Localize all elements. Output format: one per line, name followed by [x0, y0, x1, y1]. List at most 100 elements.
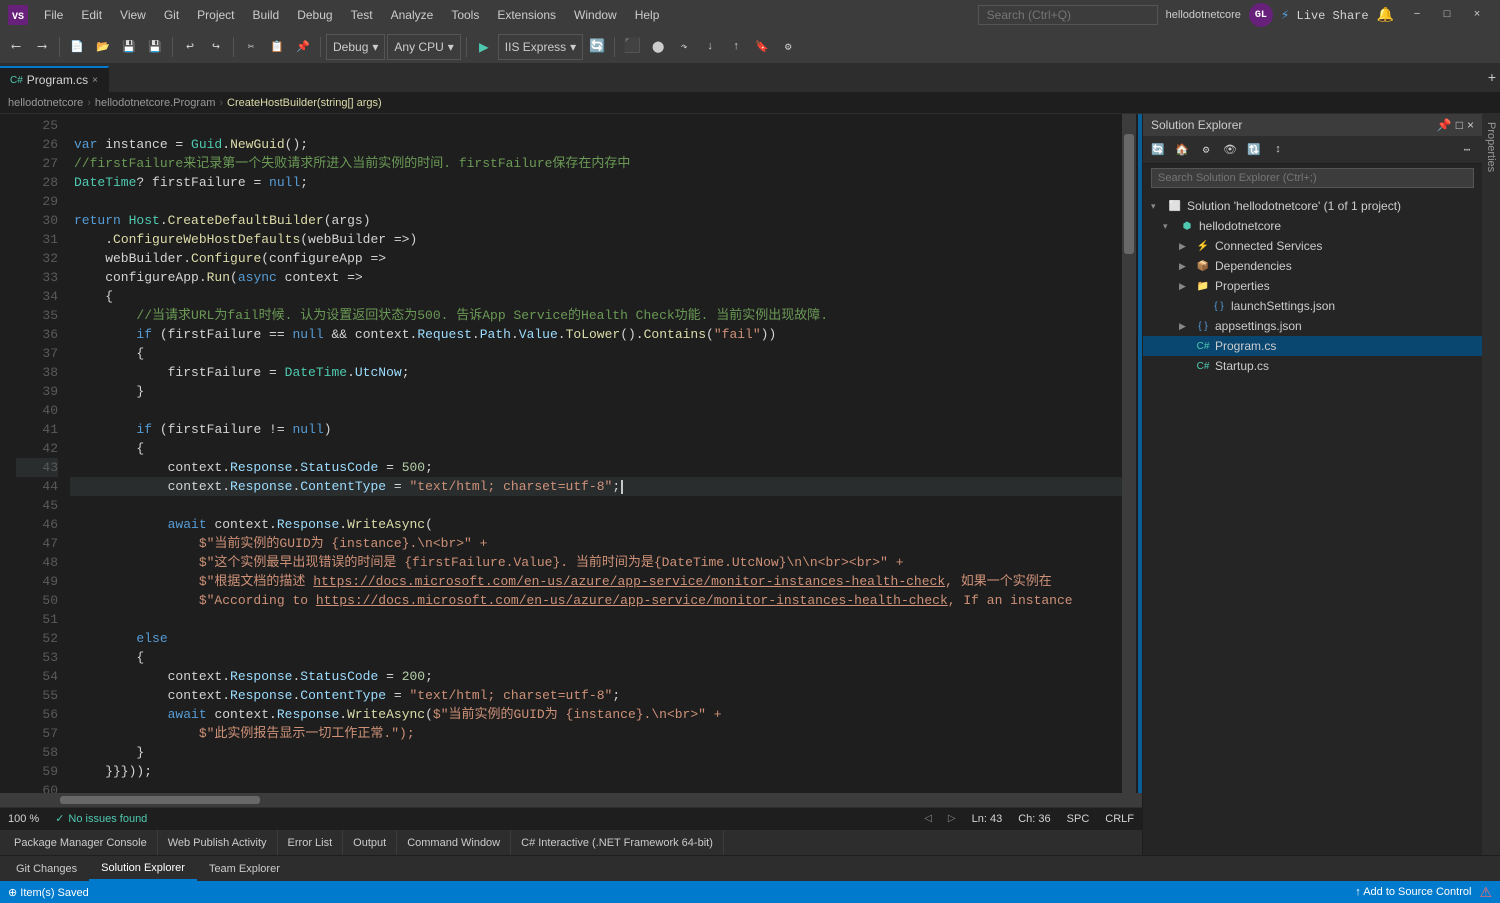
se-solution-node[interactable]: ▾ ⬜ Solution 'hellodotnetcore' (1 of 1 p… — [1143, 196, 1482, 216]
run-target-dropdown[interactable]: IIS Express ▾ — [498, 34, 583, 60]
redo-btn[interactable]: ↪ — [204, 35, 228, 59]
se-sync-btn[interactable]: 🔄 — [1147, 139, 1169, 161]
menu-view[interactable]: View — [112, 6, 154, 24]
maximize-btn[interactable]: □ — [1432, 0, 1462, 30]
tab-csharp-interactive[interactable]: C# Interactive (.NET Framework 64-bit) — [511, 830, 724, 855]
menu-test[interactable]: Test — [343, 6, 381, 24]
step-out-btn[interactable]: ↑ — [724, 35, 748, 59]
back-btn[interactable]: ⟵ — [4, 35, 28, 59]
se-home-btn[interactable]: 🏠 — [1171, 139, 1193, 161]
menu-project[interactable]: Project — [189, 6, 242, 24]
vertical-scrollbar[interactable] — [1122, 114, 1136, 793]
se-preview-btn[interactable]: 👁 — [1219, 139, 1241, 161]
liveshare-btn[interactable]: ⚡ Live Share — [1281, 7, 1369, 24]
se-pin-btn[interactable]: 📌 — [1437, 118, 1452, 132]
menu-git[interactable]: Git — [156, 6, 187, 24]
settings-btn[interactable]: ⚙ — [776, 35, 800, 59]
menu-edit[interactable]: Edit — [73, 6, 110, 24]
tab-close-program-cs[interactable]: × — [92, 75, 98, 86]
undo-btn[interactable]: ↩ — [178, 35, 202, 59]
bookmark-btn[interactable]: 🔖 — [750, 35, 774, 59]
close-btn[interactable]: × — [1462, 0, 1492, 30]
launchsettings-icon: { } — [1211, 298, 1227, 314]
toolbar: ⟵ ⟶ 📄 📂 💾 💾 ↩ ↪ ✂ 📋 📌 Debug ▾ Any CPU ▾ … — [0, 30, 1500, 64]
code-editor[interactable]: 25262728 29303132 33343536 37383940 4142… — [0, 114, 1142, 793]
copy-btn[interactable]: 📋 — [265, 35, 289, 59]
bottom-tabs: Package Manager Console Web Publish Acti… — [0, 829, 1142, 855]
scrollbar-thumb[interactable] — [1124, 134, 1134, 254]
code-content[interactable]: var instance = Guid.NewGuid(); //firstFa… — [66, 114, 1122, 793]
se-project-node[interactable]: ▾ ⬢ hellodotnetcore — [1143, 216, 1482, 236]
se-startup-cs[interactable]: ▶ C# Startup.cs — [1143, 356, 1482, 376]
open-btn[interactable]: 📂 — [91, 35, 115, 59]
menu-extensions[interactable]: Extensions — [489, 6, 564, 24]
save-all-btn[interactable]: 💾 — [143, 35, 167, 59]
breadcrumb-file[interactable]: hellodotnetcore.Program — [95, 97, 215, 109]
se-program-cs[interactable]: ▶ C# Program.cs — [1143, 336, 1482, 356]
line-ending: CRLF — [1105, 813, 1134, 825]
se-dependencies[interactable]: ▶ 📦 Dependencies — [1143, 256, 1482, 276]
se-close-btn[interactable]: × — [1467, 118, 1474, 132]
se-connected-services[interactable]: ▶ ⚡ Connected Services — [1143, 236, 1482, 256]
startup-cs-icon: C# — [1195, 358, 1211, 374]
stop-btn[interactable]: ⬛ — [620, 35, 644, 59]
se-search-input[interactable] — [1151, 168, 1474, 188]
tab-output[interactable]: Output — [343, 830, 397, 855]
toolbar-sep-3 — [233, 37, 234, 57]
search-input[interactable] — [978, 5, 1158, 25]
tab-git-changes[interactable]: Git Changes — [4, 856, 89, 881]
tab-command-window[interactable]: Command Window — [397, 830, 511, 855]
menu-debug[interactable]: Debug — [289, 6, 340, 24]
se-more-btn[interactable]: ⋯ — [1456, 139, 1478, 161]
line-numbers: 25262728 29303132 33343536 37383940 4142… — [16, 114, 66, 793]
se-launchsettings[interactable]: ▶ { } launchSettings.json — [1143, 296, 1482, 316]
menu-analyze[interactable]: Analyze — [383, 6, 442, 24]
tab-program-cs[interactable]: C# Program.cs × — [0, 66, 109, 92]
encoding: SPC — [1067, 813, 1090, 825]
project-icon: ⬢ — [1179, 218, 1195, 234]
se-appsettings[interactable]: ▶ { } appsettings.json — [1143, 316, 1482, 336]
hscrollbar-thumb[interactable] — [60, 796, 260, 804]
new-project-btn[interactable]: 📄 — [65, 35, 89, 59]
breadcrumb-project[interactable]: hellodotnetcore — [8, 97, 83, 109]
menu-window[interactable]: Window — [566, 6, 625, 24]
menu-file[interactable]: File — [36, 6, 71, 24]
se-properties-folder[interactable]: ▶ 📁 Properties — [1143, 276, 1482, 296]
solution-explorer: Solution Explorer 📌 □ × 🔄 🏠 ⚙ 👁 🔃 ↕ ⋯ ▾ … — [1142, 114, 1482, 855]
notifications-icon[interactable]: 🔔 — [1377, 7, 1394, 24]
step-over-btn[interactable]: ↷ — [672, 35, 696, 59]
save-btn[interactable]: 💾 — [117, 35, 141, 59]
cut-btn[interactable]: ✂ — [239, 35, 263, 59]
tab-team-explorer[interactable]: Team Explorer — [197, 856, 292, 881]
user-avatar[interactable]: GL — [1249, 3, 1273, 27]
breakpoint-btn[interactable]: ⬤ — [646, 35, 670, 59]
run-btn[interactable]: ▶ — [472, 35, 496, 59]
properties-panel: Properties — [1482, 114, 1500, 855]
titlebar: VS File Edit View Git Project Build Debu… — [0, 0, 1500, 30]
vs-logo: VS — [8, 5, 28, 25]
tab-package-manager[interactable]: Package Manager Console — [4, 830, 158, 855]
tab-error-list[interactable]: Error List — [278, 830, 344, 855]
se-filter-btn[interactable]: ⚙ — [1195, 139, 1217, 161]
se-search-container — [1143, 164, 1482, 192]
zoom-level[interactable]: 100 % — [8, 813, 39, 825]
se-collapse-btn[interactable]: ↕ — [1267, 139, 1289, 161]
platform-dropdown[interactable]: Any CPU ▾ — [387, 34, 460, 60]
minimize-btn[interactable]: − — [1402, 0, 1432, 30]
menu-build[interactable]: Build — [245, 6, 288, 24]
tab-web-publish[interactable]: Web Publish Activity — [158, 830, 278, 855]
horizontal-scrollbar[interactable] — [0, 793, 1142, 807]
forward-btn[interactable]: ⟶ — [30, 35, 54, 59]
new-tab-btn[interactable]: + — [1484, 66, 1500, 92]
menu-help[interactable]: Help — [627, 6, 668, 24]
tab-solution-explorer[interactable]: Solution Explorer — [89, 856, 197, 881]
se-header-btns: 📌 □ × — [1437, 118, 1474, 132]
step-into-btn[interactable]: ↓ — [698, 35, 722, 59]
paste-btn[interactable]: 📌 — [291, 35, 315, 59]
menu-tools[interactable]: Tools — [443, 6, 487, 24]
se-refresh-btn[interactable]: 🔃 — [1243, 139, 1265, 161]
refresh-btn[interactable]: 🔄 — [585, 35, 609, 59]
add-source-control-btn[interactable]: ↑ Add to Source Control — [1355, 886, 1471, 898]
se-expand-btn[interactable]: □ — [1456, 118, 1463, 132]
debug-config-dropdown[interactable]: Debug ▾ — [326, 34, 385, 60]
